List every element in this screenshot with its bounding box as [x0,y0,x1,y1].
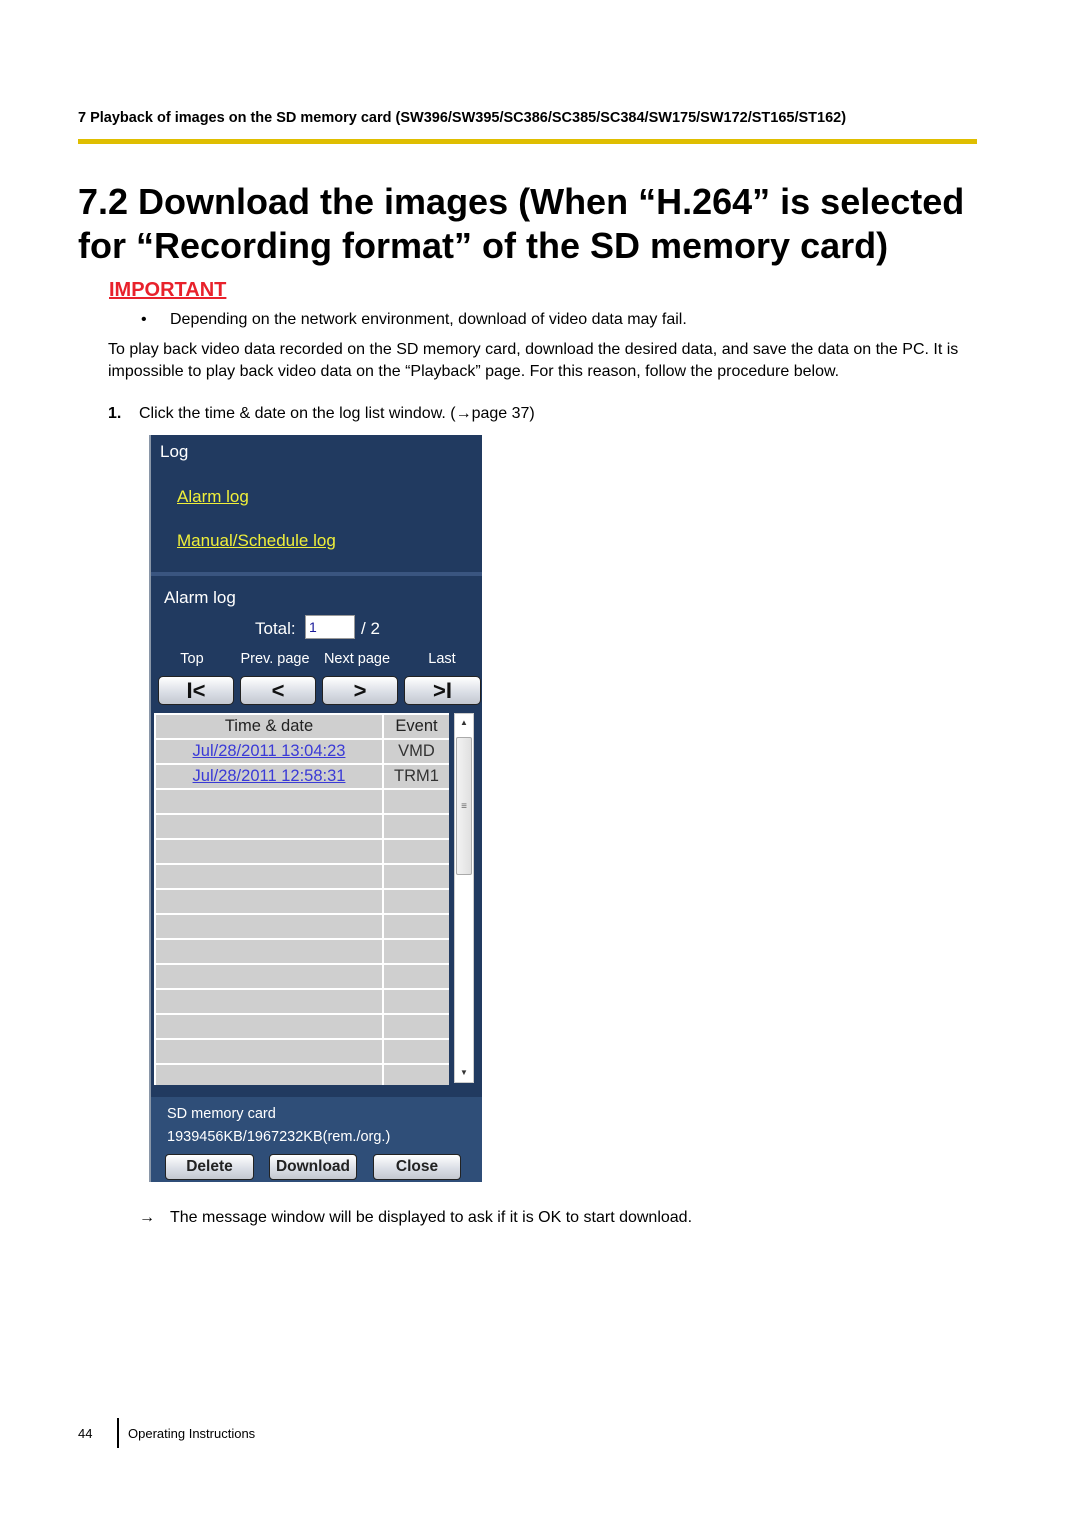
log-list-window: Log Alarm log Manual/Schedule log Alarm … [149,435,482,1182]
sd-card-capacity: 1939456KB/1967232KB(rem./org.) [167,1129,391,1145]
last-label: Last [428,651,456,667]
datetime-link[interactable]: Jul/28/2011 13:04:23 [193,742,346,760]
cell-time-date [156,965,382,988]
cell-time-date [156,815,382,838]
footer-divider [117,1418,119,1448]
log-table: Time & date Event Jul/28/2011 13:04:23 VM… [154,713,449,1085]
chevron-left-icon: < [271,677,285,703]
cell-event [384,965,449,988]
page-number: 44 [78,1426,93,1441]
datetime-link[interactable]: Jul/28/2011 12:58:31 [193,767,346,785]
important-label: IMPORTANT [109,279,227,301]
header-event: Event [384,715,449,738]
cell-time-date [156,865,382,888]
footer-title: Operating Instructions [128,1426,256,1441]
last-page-icon: >I [433,677,452,703]
table-row [156,1065,449,1085]
table-row [156,940,449,963]
cell-time-date [156,1015,382,1038]
delete-button[interactable]: Delete [165,1154,254,1180]
prev-page-button[interactable]: < [240,676,316,705]
log-title: Log [160,442,189,461]
total-pages: / 2 [361,619,380,638]
result-text: The message window will be displayed to … [170,1209,693,1226]
last-button[interactable]: >I [404,676,481,705]
table-scrollbar[interactable]: ▲ ≡ ▼ [454,713,474,1083]
cell-event [384,1040,449,1063]
cell-time-date [156,890,382,913]
cell-event: TRM1 [384,765,449,788]
table-header-row: Time & date Event [156,715,449,738]
table-row [156,1040,449,1063]
alarm-log-link[interactable]: Alarm log [177,487,249,507]
bullet-icon: • [141,311,147,328]
cell-event [384,940,449,963]
table-row [156,1015,449,1038]
cell-event [384,890,449,913]
section-divider [151,572,482,576]
cell-time-date [156,940,382,963]
cell-event [384,915,449,938]
table-row [156,890,449,913]
top-button[interactable]: I< [158,676,234,705]
header-time-date: Time & date [156,715,382,738]
manual-schedule-log-link[interactable]: Manual/Schedule log [177,531,336,551]
table-row [156,915,449,938]
alarm-log-title: Alarm log [164,588,236,607]
table-row: Jul/28/2011 12:58:31 TRM1 [156,765,449,788]
table-row [156,965,449,988]
intro-paragraph: To play back video data recorded on the … [108,341,959,380]
cell-time-date [156,915,382,938]
cell-event [384,840,449,863]
scroll-thumb[interactable]: ≡ [456,737,472,875]
cell-time-date [156,1065,382,1085]
cell-time-date: Jul/28/2011 13:04:23 [156,740,382,763]
running-head: 7 Playback of images on the SD memory ca… [78,110,847,126]
cell-time-date [156,1040,382,1063]
cell-time-date [156,840,382,863]
prev-page-label: Prev. page [240,651,310,667]
table-row [156,865,449,888]
top-label: Top [180,651,204,667]
first-page-icon: I< [186,677,206,703]
page-number-input[interactable] [305,615,355,639]
close-button[interactable]: Close [373,1154,461,1180]
scroll-down-arrow-icon[interactable]: ▼ [455,1064,473,1082]
scroll-up-arrow-icon[interactable]: ▲ [455,714,473,732]
table-row: Jul/28/2011 13:04:23 VMD [156,740,449,763]
important-note: Depending on the network environment, do… [170,311,687,328]
chevron-right-icon: > [353,677,367,703]
header-rule [78,139,977,144]
download-button[interactable]: Download [269,1154,357,1180]
cell-event [384,1065,449,1085]
step-number: 1. [108,405,122,422]
sd-card-section: SD memory card 1939456KB/1967232KB(rem./… [151,1097,482,1182]
step-text: Click the time & date on the log list wi… [139,405,535,422]
total-label: Total: [255,619,296,638]
cell-event [384,990,449,1013]
cell-time-date [156,790,382,813]
section-title: 7.2 Download the images (When “H.264” is… [78,181,965,266]
cell-event [384,815,449,838]
cell-time-date: Jul/28/2011 12:58:31 [156,765,382,788]
cell-event [384,865,449,888]
sd-card-label: SD memory card [167,1106,276,1122]
cell-event [384,790,449,813]
table-row [156,840,449,863]
table-row [156,790,449,813]
table-row [156,990,449,1013]
next-page-button[interactable]: > [322,676,398,705]
log-table-container: Time & date Event Jul/28/2011 13:04:23 VM… [154,713,449,1085]
next-page-label: Next page [323,651,391,667]
table-row [156,815,449,838]
cell-event [384,1015,449,1038]
cell-event: VMD [384,740,449,763]
result-arrow-icon: → [139,1209,155,1226]
grip-icon: ≡ [461,800,467,812]
cell-time-date [156,990,382,1013]
